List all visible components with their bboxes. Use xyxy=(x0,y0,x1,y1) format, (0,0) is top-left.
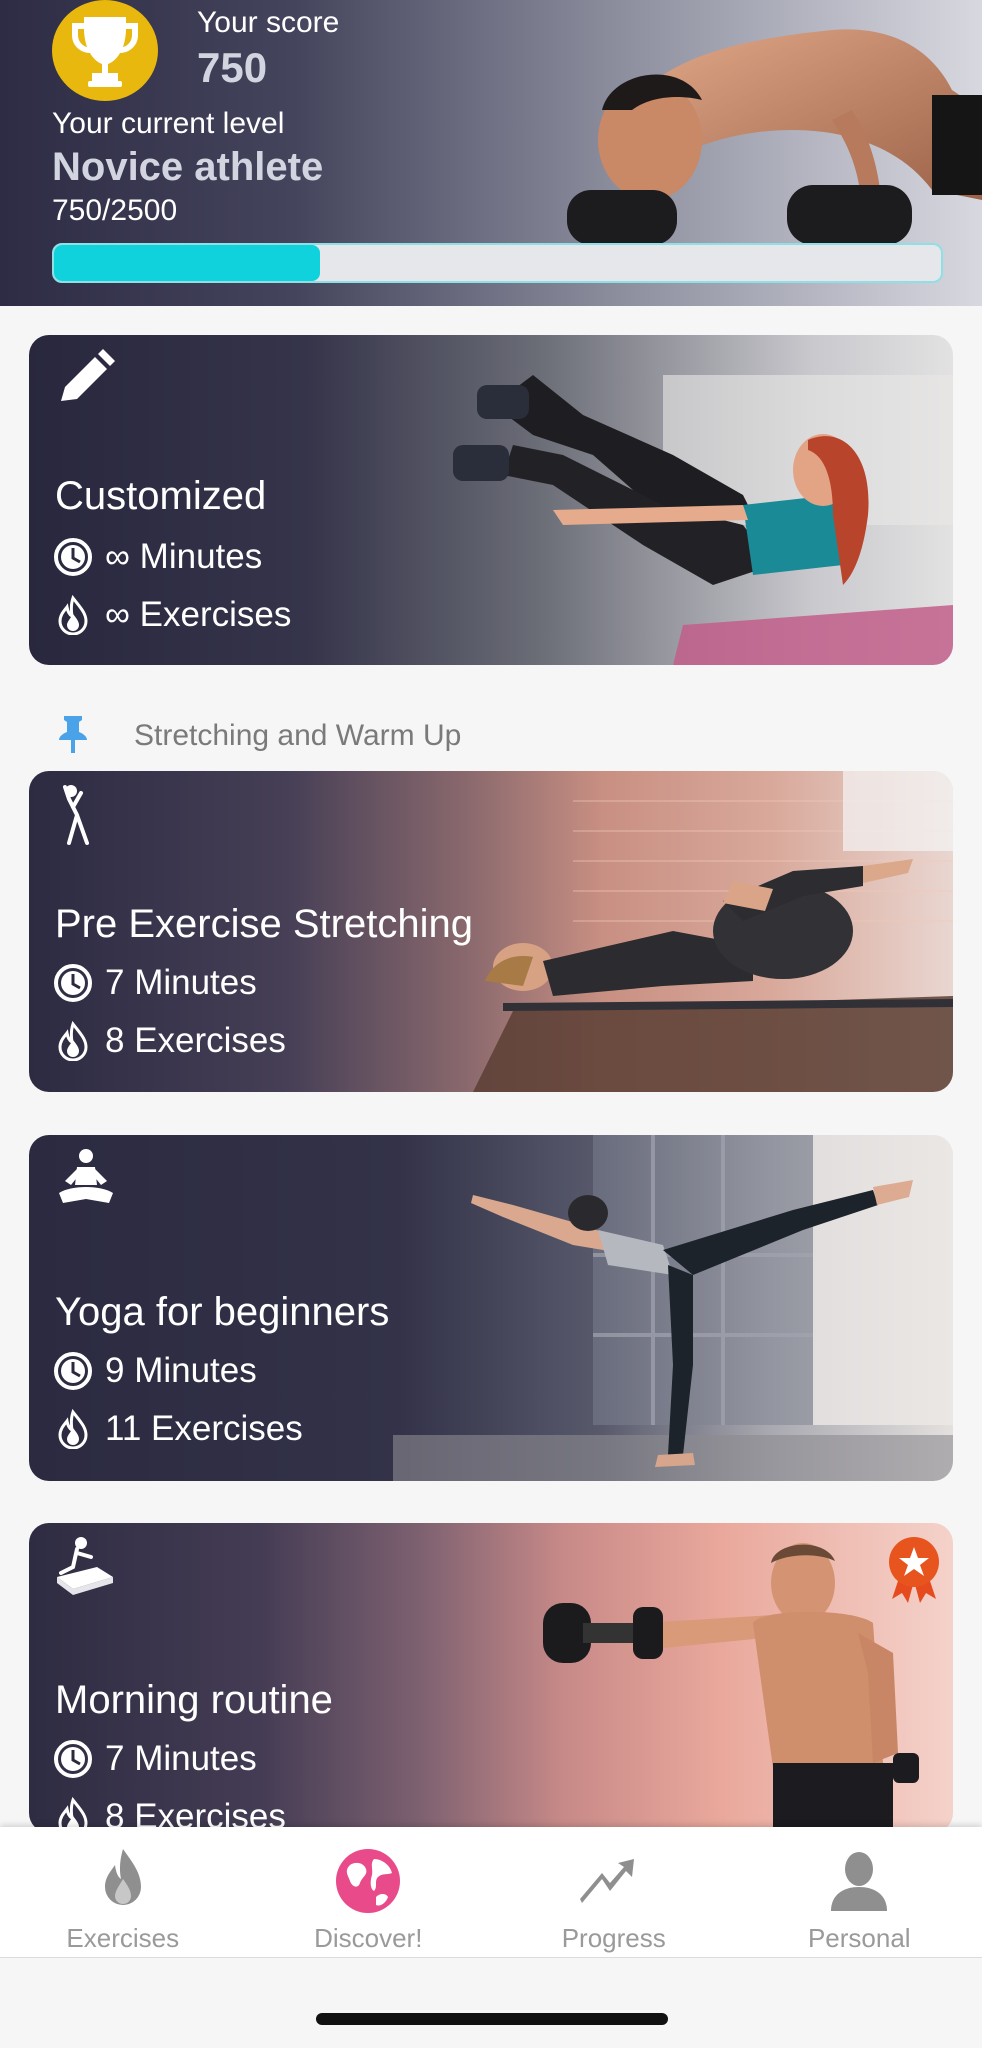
star-ribbon-badge-icon xyxy=(889,1537,939,1603)
level-progress-bar xyxy=(52,243,943,283)
yoga-lotus-icon xyxy=(59,1149,113,1203)
pencil-icon xyxy=(61,349,115,401)
level-progress-text: 750/2500 xyxy=(52,194,178,227)
crunch-woman-photo xyxy=(453,375,953,665)
flame-icon xyxy=(58,1409,88,1449)
exercise-count-text: 11 Exercises xyxy=(105,1409,303,1448)
tab-label: Personal xyxy=(807,1923,911,1953)
tab-label: Discover! xyxy=(314,1923,423,1953)
card-title: Customized xyxy=(55,474,267,518)
workout-card-yoga-for-beginners[interactable]: Yoga for beginners 9 Minutes 11 Exercise… xyxy=(29,1135,953,1481)
level-name: Novice athlete xyxy=(52,145,324,189)
yoga-woman-photo xyxy=(393,1135,953,1481)
level-label: Your current level xyxy=(52,107,285,140)
tab-personal[interactable]: Personal xyxy=(737,1827,982,1957)
stretching-figure-icon xyxy=(63,785,89,845)
trophy-icon xyxy=(52,0,158,101)
level-progress-fill xyxy=(54,245,321,281)
globe-icon xyxy=(336,1849,401,1913)
flame-icon xyxy=(104,1849,141,1905)
tab-progress[interactable]: Progress xyxy=(491,1827,737,1957)
trophy-glyph xyxy=(72,16,138,87)
bottom-tab-bar: Exercises Discover! Progress Personal xyxy=(0,1827,982,1957)
card-exercise-count: 11 Exercises xyxy=(53,1409,303,1449)
score-label: Your score xyxy=(197,6,340,39)
clock-icon xyxy=(54,964,92,1002)
section-title: Stretching and Warm Up xyxy=(134,719,462,752)
tab-label: Exercises xyxy=(66,1923,180,1953)
card-title: Pre Exercise Stretching xyxy=(55,902,473,946)
clock-icon xyxy=(54,1352,92,1390)
tab-label: Progress xyxy=(561,1923,666,1953)
clock-icon xyxy=(54,538,92,576)
workout-card-customized[interactable]: Customized ∞ Minutes ∞ Exercises xyxy=(29,335,953,665)
card-duration: 9 Minutes xyxy=(53,1351,257,1391)
card-exercise-count: ∞ Exercises xyxy=(53,595,291,635)
flame-icon xyxy=(58,595,88,635)
workout-card-pre-exercise-stretching[interactable]: Pre Exercise Stretching 7 Minutes 8 Exer… xyxy=(29,771,953,1092)
card-title: Morning routine xyxy=(55,1678,333,1722)
card-exercise-count: 8 Exercises xyxy=(53,1021,286,1061)
morning-routine-icon xyxy=(57,1537,113,1595)
tab-discover[interactable]: Discover! xyxy=(246,1827,492,1957)
clock-icon xyxy=(54,1740,92,1778)
card-duration: 7 Minutes xyxy=(53,963,257,1003)
person-icon xyxy=(831,1852,888,1911)
card-duration: 7 Minutes xyxy=(53,1739,257,1779)
duration-text: 7 Minutes xyxy=(105,1739,257,1778)
exercise-count-text: 8 Exercises xyxy=(105,1021,286,1060)
tab-exercises[interactable]: Exercises xyxy=(0,1827,246,1957)
flame-icon xyxy=(58,1021,88,1061)
exercise-count-text: ∞ Exercises xyxy=(105,595,292,634)
card-duration: ∞ Minutes xyxy=(53,537,262,577)
workout-card-morning-routine[interactable]: Morning routine 7 Minutes 8 Exercises xyxy=(29,1523,953,1833)
duration-text: 9 Minutes xyxy=(105,1351,257,1390)
duration-text: ∞ Minutes xyxy=(105,537,263,576)
duration-text: 7 Minutes xyxy=(105,963,257,1002)
home-indicator[interactable] xyxy=(316,2013,668,2025)
app-screen: Your score 750 Your current level Novice… xyxy=(0,0,982,2048)
card-title: Yoga for beginners xyxy=(55,1290,390,1334)
score-value: 750 xyxy=(197,44,268,91)
stretching-woman-photo xyxy=(473,771,953,1092)
system-gesture-area xyxy=(0,1957,982,2048)
pin-icon xyxy=(59,716,87,753)
score-header: Your score 750 Your current level Novice… xyxy=(0,0,982,306)
trend-up-icon xyxy=(579,1859,634,1903)
